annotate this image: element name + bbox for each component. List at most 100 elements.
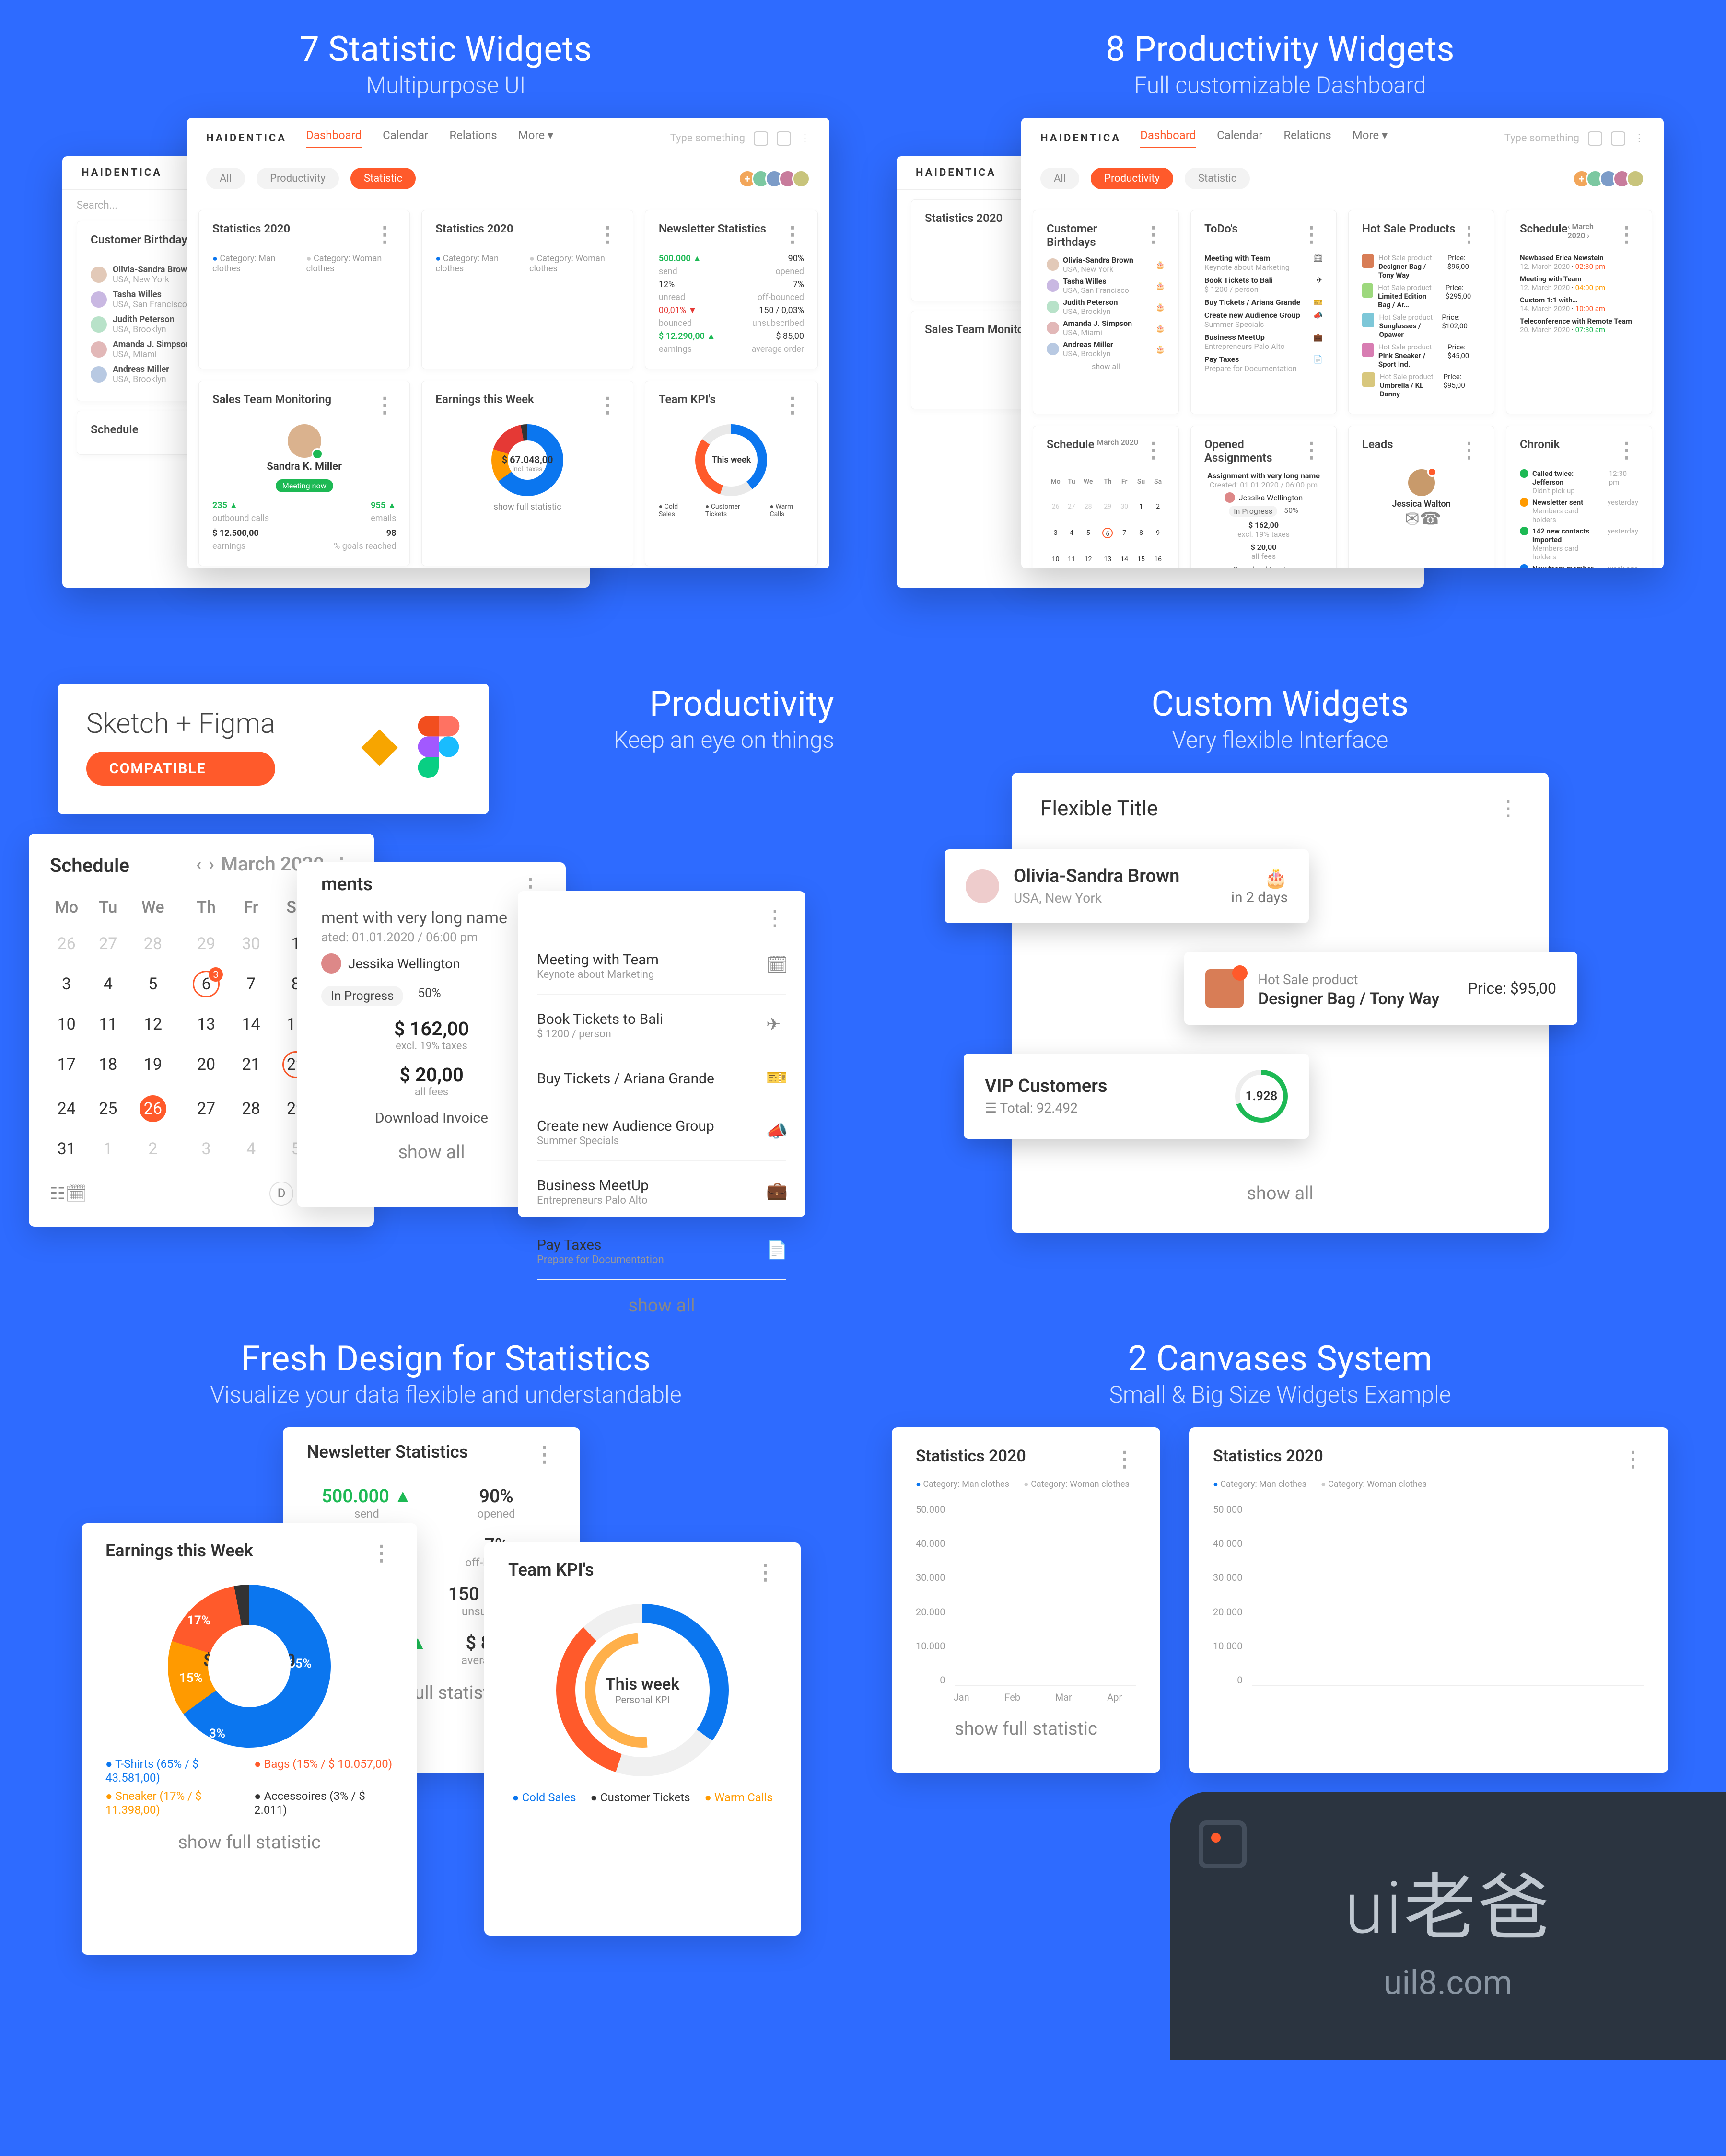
widget-schedule-list: Schedule‹ March 2020 ›⋮ Newbased Erica N… [1506,210,1652,414]
compat-card: Sketch + Figma COMPATIBLE ◆ [58,684,489,814]
show-all-link[interactable]: show all [321,1126,542,1184]
filter-statistics[interactable]: Statistic [350,168,416,189]
section-sub: Full customizable Dashboard [1134,71,1426,99]
section-sub: Multipurpose UI [366,71,526,99]
more-icon[interactable]: ⋮ [374,393,396,417]
widget-hot-sale: Hot Sale Products⋮ Hot Sale productDesig… [1348,210,1494,414]
bar-chart [1252,1504,1644,1686]
list-item[interactable]: Create new Audience GroupSummer Specials… [537,1101,786,1161]
search-icon[interactable] [1588,131,1602,146]
dashboard-front-prod: HAIDENTICA Dashboard Calendar Relations … [1021,118,1664,568]
customer-card[interactable]: Olivia-Sandra BrownUSA, New York 🎂in 2 d… [945,849,1309,923]
bar-chart [955,1504,1136,1686]
section-title: 7 Statistic Widgets [300,29,592,70]
watermark: ui老爸 uil8.com [1170,1792,1726,2060]
team-kpi-widget: Team KPI's⋮ This weekPersonal KPI Cold S… [484,1542,801,1936]
avatar [321,953,341,974]
widget-birthdays: Customer Birthdays⋮ Olivia-Sandra BrownU… [1033,210,1179,414]
bar-chart [435,283,619,355]
progress-ring: 1.928 [1235,1070,1288,1123]
phone-icon[interactable]: ☎ [1424,512,1437,525]
ticket-icon: 🎫 [766,1067,786,1088]
widget-schedule-mini: ScheduleMarch 2020⋮ MoTuWeThFrSuSa 26272… [1033,426,1179,568]
widget-chronik: Chronik⋮ Called twice: JeffersonDidn't p… [1506,426,1652,568]
megaphone-icon: 📣 [1313,311,1323,329]
tab-more[interactable]: More ▾ [518,128,553,148]
search-placeholder[interactable]: Type something [670,132,745,144]
more-icon[interactable]: ⋮ [1498,796,1520,821]
widget-earnings: Earnings this Week⋮ $ 67.048,00 incl. ta… [421,381,633,566]
kpi-ring: This weekPersonal KPI [556,1604,729,1776]
briefcase-icon: 💼 [766,1181,786,1201]
tab-relations[interactable]: Relations [449,128,497,148]
dashboard-preview-productivity: HAIDENTICA Statistics 2020 Sales Team Mo… [897,118,1664,597]
sketch-icon: ◆ [361,716,398,778]
widget-title: Schedule [91,423,139,436]
download-invoice-button[interactable]: Download Invoice [321,1110,542,1126]
app-logo: HAIDENTICA [206,132,287,144]
more-icon[interactable]: ⋮ [782,222,804,247]
chevron-left-icon[interactable]: ‹ [196,853,201,878]
list-item[interactable]: Business MeetUpEntrepreneurs Palo Alto💼 [537,1161,786,1220]
briefcase-icon: 💼 [1313,333,1323,351]
download-invoice-button[interactable]: Download Invoice [1204,565,1323,568]
widget-leads: Leads⋮ Jessica Walton ✉ ☎ [1348,426,1494,568]
list-item[interactable]: Meeting with TeamKeynote about Marketing… [537,935,786,995]
more-icon[interactable]: ⋮ [597,393,619,417]
view-day[interactable]: D [269,1182,293,1206]
more-icon[interactable]: ⋮ [374,222,396,247]
canvas-small: Statistics 2020⋮ Category: Man clothesCa… [892,1427,1160,1773]
calendar-icon: 🗓 [1313,254,1323,272]
more-icon[interactable]: ⋮ [597,222,619,247]
compatible-badge: COMPATIBLE [86,752,275,786]
hot-sale-card[interactable]: Hot Sale productDesigner Bag / Tony Way … [1184,952,1577,1025]
show-all-link[interactable]: show all [1040,1168,1520,1225]
search-icon[interactable] [754,131,768,146]
list-item[interactable]: Book Tickets to Bali$ 1200 / person✈ [537,995,786,1054]
cake-icon: 🎂 [1231,867,1288,889]
dashboard-front: HAIDENTICA Dashboard Calendar Relations … [187,118,829,568]
compat-title: Sketch + Figma [86,707,275,740]
custom-widgets-preview: Flexible Title⋮ Olivia-Sandra BrownUSA, … [1012,773,1549,1252]
status-badge: In Progress [321,986,403,1006]
canvases-preview: Statistics 2020⋮ Category: Man clothesCa… [892,1427,1668,1773]
vip-card[interactable]: VIP Customers☰ Total: 92.492 1.928 [964,1054,1309,1139]
widget-sales-team: Sales Team Monitoring⋮ Sandra K. Miller … [198,381,410,566]
section-title: 8 Productivity Widgets [1106,29,1455,70]
todos-widget: ⋮ Meeting with TeamKeynote about Marketi… [518,891,805,1217]
list-item[interactable]: Pay TaxesPrepare for Documentation📄 [537,1220,786,1280]
flexible-widget: Flexible Title⋮ Olivia-Sandra BrownUSA, … [1012,773,1549,1233]
list-icon[interactable]: ☷ [50,1183,65,1204]
app-logo: HAIDENTICA [82,167,162,179]
widget-title: Customer Birthdays [91,233,193,258]
bar-chart [212,283,396,355]
tab-dashboard[interactable]: Dashboard [306,128,362,148]
calendar-icon[interactable]: 🗓 [65,1183,87,1204]
grid-icon[interactable] [777,131,791,146]
avatar [966,869,999,903]
donut-chart: 65% 17% 15% 3% $ 67.048,00incl. taxes [168,1585,331,1748]
more-icon[interactable]: ⋮ [800,132,810,144]
earnings-widget: Earnings this Week⋮ 65% 17% 15% 3% $ 67.… [82,1523,417,1955]
show-all-link[interactable]: show all [537,1280,786,1337]
widget-statistics-2020: Statistics 2020⋮ Category: Man clothesCa… [198,210,410,369]
tab-calendar[interactable]: Calendar [383,128,428,148]
ticket-icon: 🎫 [1313,298,1323,307]
plane-icon: ✈ [1317,276,1323,294]
chevron-right-icon[interactable]: › [209,853,214,878]
widget-statistics-2020-b: Statistics 2020⋮ Category: Man clothesCa… [421,210,633,369]
figma-icon [417,716,460,778]
widget-newsletter: Newsletter Statistics⋮ 500.000 ▲90% send… [645,210,818,369]
widget-todos: ToDo's⋮ Meeting with TeamKeynote about M… [1190,210,1337,414]
mail-icon[interactable]: ✉ [1406,512,1419,525]
statistics-preview: Newsletter Statistics⋮ 500.000 ▲send 90%… [82,1427,810,1983]
product-thumb [1205,969,1244,1008]
widget-team-kpi: Team KPI's⋮ This week Cold Sales Custome… [645,381,818,566]
grid-icon[interactable] [1611,131,1625,146]
more-icon[interactable]: ⋮ [782,393,804,417]
dashboard-preview-statistics: HAIDENTICA Search... Customer Birthdays⋮… [62,118,829,597]
filter-all[interactable]: All [206,168,245,189]
filter-productivity[interactable]: Productivity [257,168,339,189]
document-icon: 📄 [766,1240,786,1260]
list-item[interactable]: Buy Tickets / Ariana Grande🎫 [537,1054,786,1101]
